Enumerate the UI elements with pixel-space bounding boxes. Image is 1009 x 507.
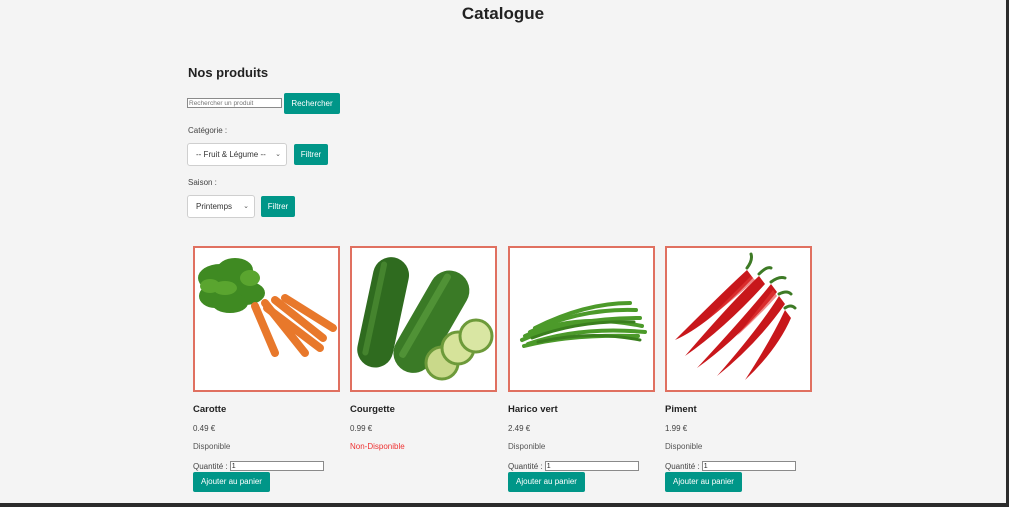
product-availability: Disponible [193, 442, 231, 451]
add-to-cart-button[interactable]: Ajouter au panier [665, 472, 742, 492]
product-price: 0.49 € [193, 424, 216, 433]
add-to-cart-button[interactable]: Ajouter au panier [508, 472, 585, 492]
category-select[interactable]: -- Fruit & Légume -- ⌄ [187, 143, 287, 166]
season-label: Saison : [188, 178, 217, 187]
add-to-cart-button[interactable]: Ajouter au panier [193, 472, 270, 492]
product-image [665, 246, 812, 392]
product-name: Courgette [350, 404, 395, 415]
product-card: Harico vert 2.49 € Disponible Quantité : [508, 246, 655, 471]
product-name: Carotte [193, 404, 227, 415]
category-filter-button[interactable]: Filtrer [294, 144, 328, 165]
quantity-input[interactable] [701, 461, 796, 471]
season-filter-button[interactable]: Filtrer [261, 196, 295, 217]
product-name: Piment [665, 404, 697, 415]
chevron-down-icon: ⌄ [243, 203, 249, 210]
chili-pepper-icon [675, 252, 797, 380]
green-beans-icon [520, 301, 647, 348]
page-title: Catalogue [461, 4, 545, 23]
quantity-label: Quantité : [508, 461, 543, 471]
product-image [350, 246, 497, 392]
quantity-row: Quantité : [508, 461, 639, 471]
product-price: 0.99 € [350, 424, 373, 433]
quantity-label: Quantité : [193, 461, 228, 471]
product-price: 1.99 € [665, 424, 688, 433]
product-name: Harico vert [508, 404, 558, 415]
product-image [508, 246, 655, 392]
section-title: Nos produits [188, 65, 269, 80]
quantity-input[interactable] [229, 461, 324, 471]
product-card: Courgette 0.99 € Non-Disponible [350, 246, 497, 451]
category-label: Catégorie : [188, 126, 228, 135]
chevron-down-icon: ⌄ [275, 151, 281, 158]
product-price: 2.49 € [508, 424, 531, 433]
season-select-value: Printemps [196, 202, 233, 211]
product-card: Carotte 0.49 € Disponible Quantité : [193, 246, 340, 471]
season-select[interactable]: Printemps ⌄ [187, 195, 255, 218]
carrot-icon [198, 258, 337, 357]
search-button[interactable]: Rechercher [284, 93, 340, 114]
product-availability: Disponible [508, 442, 546, 451]
quantity-label: Quantité : [665, 461, 700, 471]
product-availability: Non-Disponible [350, 442, 405, 451]
product-card: Piment 1.99 € Disponible Quantité : [665, 246, 812, 471]
category-select-value: -- Fruit & Légume -- [196, 150, 266, 159]
quantity-input[interactable] [544, 461, 639, 471]
quantity-row: Quantité : [193, 461, 324, 471]
quantity-row: Quantité : [665, 461, 796, 471]
product-image [193, 246, 340, 392]
window-frame-bottom [0, 503, 1009, 507]
search-input[interactable] [187, 98, 282, 108]
product-availability: Disponible [665, 442, 703, 451]
zucchini-icon [357, 257, 494, 381]
